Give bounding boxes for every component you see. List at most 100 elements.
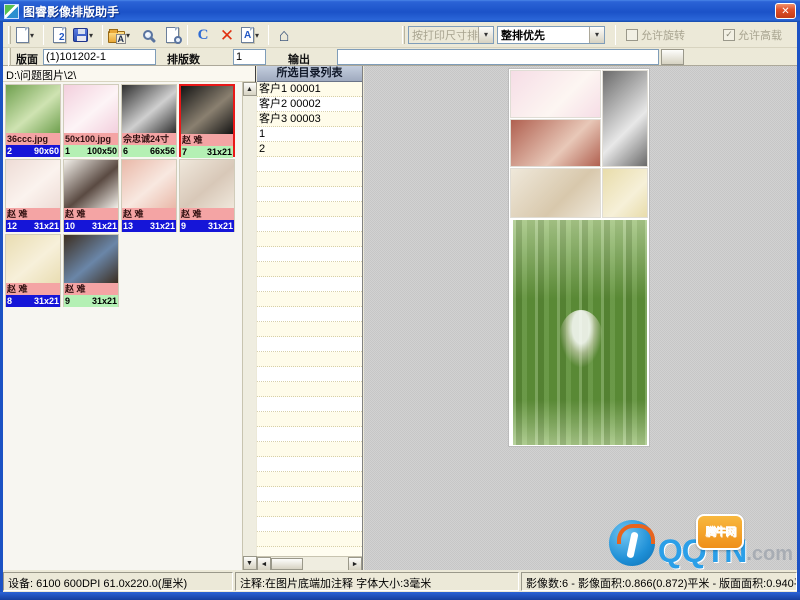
priority-mode-select[interactable]: 整排优先 ▾ xyxy=(497,26,605,44)
directory-list-item[interactable] xyxy=(257,217,362,232)
open-page-button[interactable]: 2 xyxy=(47,23,71,47)
output-label: 输出 xyxy=(288,51,310,67)
home-button[interactable]: ⌂ xyxy=(272,23,296,47)
directory-list-item[interactable] xyxy=(257,307,362,322)
scroll-left-icon[interactable]: ◄ xyxy=(257,557,271,571)
directory-list-item[interactable] xyxy=(257,487,362,502)
thumbnail-count: 13 xyxy=(123,220,133,232)
directory-list-header: 所选目录列表 xyxy=(257,66,362,82)
directory-list-item[interactable] xyxy=(257,202,362,217)
image-browser-panel: D:\问题图片\2\ 36ccc.jpg290x6050x100.jpg1100… xyxy=(3,66,256,570)
directory-list-item[interactable] xyxy=(257,352,362,367)
directory-list-item[interactable] xyxy=(257,277,362,292)
thumbnail-cell[interactable]: 赵 难831x21 xyxy=(5,234,61,307)
thumbnail-info-bar: 1231x21 xyxy=(6,220,60,232)
delete-button[interactable]: ✕ xyxy=(215,23,239,47)
output-path-input[interactable] xyxy=(337,49,659,65)
directory-list-item[interactable] xyxy=(257,532,362,547)
directory-list-item[interactable] xyxy=(257,382,362,397)
thumbnail-cell[interactable]: 赵 难931x21 xyxy=(63,234,119,307)
thumbnail-filename: 36ccc.jpg xyxy=(6,133,60,145)
current-folder-path: D:\问题图片\2\ xyxy=(3,66,255,82)
allow-crop-checkbox: ✓ 允许高载 xyxy=(723,27,782,43)
thumbnail-grid: 36ccc.jpg290x6050x100.jpg1100x50佘忠诚24寸66… xyxy=(3,82,242,570)
thumbnail-cell[interactable]: 50x100.jpg1100x50 xyxy=(63,84,119,157)
thumbnail-cell[interactable]: 赵 难1231x21 xyxy=(5,159,61,232)
directory-list-item[interactable] xyxy=(257,172,362,187)
thumbnail-vertical-scrollbar[interactable]: ▲ ▼ xyxy=(242,82,256,570)
thumbnail-dimensions: 31x21 xyxy=(208,220,233,232)
chevron-down-icon: ▾ xyxy=(89,31,97,40)
directory-list-item[interactable] xyxy=(257,457,362,472)
directory-list-item[interactable] xyxy=(257,367,362,382)
layout-sheet-preview xyxy=(508,68,650,447)
directory-list-item[interactable]: 2 xyxy=(257,142,362,157)
browse-output-button[interactable] xyxy=(661,49,684,65)
directory-list-item[interactable] xyxy=(257,472,362,487)
font-page-button[interactable]: A▾ xyxy=(239,23,265,47)
thumbnail-dimensions: 31x21 xyxy=(34,220,59,232)
thumbnail-count: 9 xyxy=(65,295,70,307)
directory-list-item[interactable] xyxy=(257,322,362,337)
scrollbar-track[interactable] xyxy=(303,557,348,570)
app-window: 图睿影像排版助手 ✕ ▾2▾A▾C✕A▾⌂ 按打印尺寸排版 ▾ 整排优先 ▾ 允… xyxy=(0,0,800,600)
find-folder-button[interactable]: A▾ xyxy=(106,23,136,47)
directory-list-item[interactable]: 客户1 00001 xyxy=(257,82,362,97)
layout-count-input[interactable] xyxy=(233,49,266,65)
directory-list-item[interactable] xyxy=(257,517,362,532)
thumbnail-cell[interactable]: 36ccc.jpg290x60 xyxy=(5,84,61,157)
layout-name-input[interactable] xyxy=(43,49,156,65)
save-button[interactable]: ▾ xyxy=(71,23,99,47)
status-statistics: 影像数:6 - 影像面积:0.866(0.872)平米 - 版面面积:0.940… xyxy=(521,572,797,591)
layout-label: 版面 xyxy=(16,51,38,67)
toolbar-grip xyxy=(8,26,11,44)
directory-list-item[interactable] xyxy=(257,292,362,307)
directory-list-item[interactable] xyxy=(257,157,362,172)
chevron-down-icon: ▾ xyxy=(126,31,134,40)
thumbnail-image xyxy=(122,160,176,208)
toolbar-separator xyxy=(268,25,269,45)
directory-list-item[interactable] xyxy=(257,247,362,262)
photo-collage xyxy=(510,70,648,218)
selected-directory-panel: 所选目录列表 客户1 00001客户2 00002客户3 0000312 ◄ ► xyxy=(257,66,363,570)
directory-list-item[interactable]: 1 xyxy=(257,127,362,142)
directory-list-item[interactable] xyxy=(257,187,362,202)
status-device: 设备: 6100 600DPI 61.0x220.0(厘米) xyxy=(3,572,233,591)
save-icon xyxy=(73,28,88,42)
scroll-down-icon[interactable]: ▼ xyxy=(243,556,257,570)
zoom-page-button[interactable] xyxy=(160,23,184,47)
directory-list-item[interactable] xyxy=(257,427,362,442)
thumbnail-cell[interactable]: 赵 难1331x21 xyxy=(121,159,177,232)
thumbnail-cell[interactable]: 赵 难931x21 xyxy=(179,159,235,232)
arranged-photo xyxy=(510,168,601,218)
directory-list-item[interactable] xyxy=(257,232,362,247)
zoom-button[interactable] xyxy=(136,23,160,47)
thumbnail-filename: 赵 难 xyxy=(64,283,118,295)
window-title: 图睿影像排版助手 xyxy=(23,3,775,20)
directory-list-item[interactable] xyxy=(257,397,362,412)
thumbnail-count: 1 xyxy=(65,145,70,157)
scroll-right-icon[interactable]: ► xyxy=(348,557,362,571)
new-page-icon xyxy=(16,27,29,43)
directory-list-item[interactable] xyxy=(257,442,362,457)
scrollbar-thumb[interactable] xyxy=(271,558,303,570)
directory-list-item[interactable]: 客户2 00002 xyxy=(257,97,362,112)
thumbnail-cell[interactable]: 佘忠诚24寸666x56 xyxy=(121,84,177,157)
close-icon: ✕ xyxy=(781,6,789,17)
thumbnail-image xyxy=(6,235,60,283)
toolbar-controls: 按打印尺寸排版 ▾ 整排优先 ▾ 允许旋转 ✓ 允许高载 xyxy=(399,22,782,47)
directory-list-item[interactable] xyxy=(257,502,362,517)
directory-list-item[interactable]: 客户3 00003 xyxy=(257,112,362,127)
scroll-up-icon[interactable]: ▲ xyxy=(243,82,257,96)
directory-list-item[interactable] xyxy=(257,412,362,427)
directory-horizontal-scrollbar[interactable]: ◄ ► xyxy=(257,556,362,570)
close-button[interactable]: ✕ xyxy=(775,3,796,19)
chevron-down-icon: ▾ xyxy=(589,27,604,43)
thumbnail-cell[interactable]: 赵 难731x21 xyxy=(179,84,235,157)
refresh-button[interactable]: C xyxy=(191,23,215,47)
thumbnail-cell[interactable]: 赵 难1031x21 xyxy=(63,159,119,232)
arrange-mode-select: 按打印尺寸排版 ▾ xyxy=(408,26,494,44)
directory-list-item[interactable] xyxy=(257,337,362,352)
directory-list-item[interactable] xyxy=(257,262,362,277)
new-page-button[interactable]: ▾ xyxy=(14,23,40,47)
